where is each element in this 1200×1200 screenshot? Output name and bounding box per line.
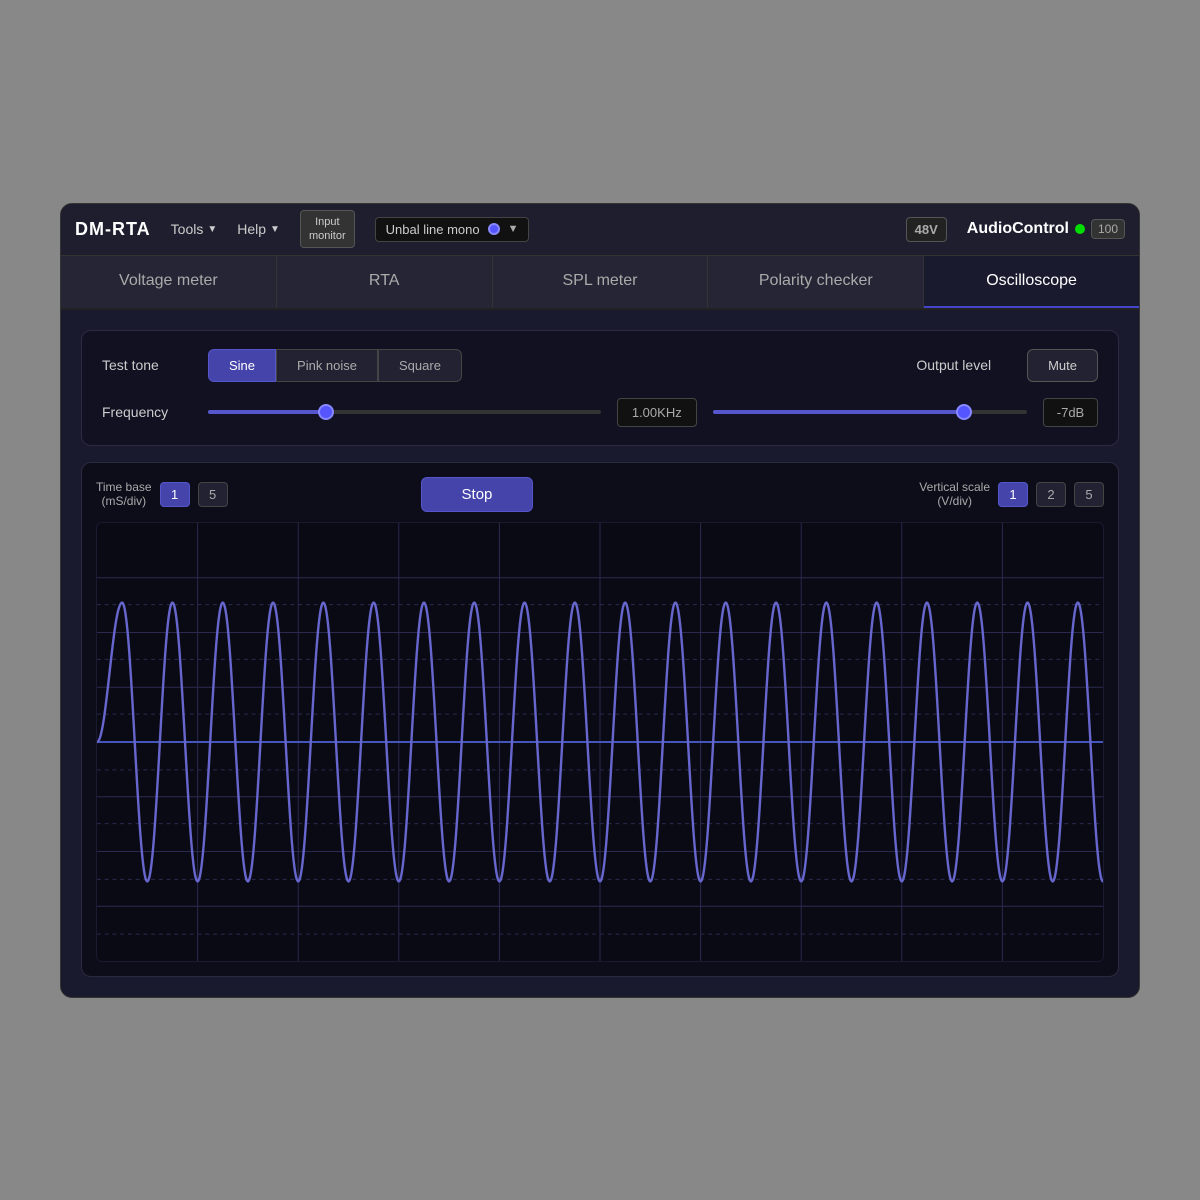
vert-scale-5-button[interactable]: 5 (1074, 482, 1104, 507)
tone-sine-button[interactable]: Sine (208, 349, 276, 382)
input-source-selector[interactable]: Unbal line mono ▼ (375, 217, 530, 242)
oscilloscope-canvas (96, 522, 1104, 962)
tab-voltage-meter[interactable]: Voltage meter (61, 256, 277, 308)
frequency-slider-fill (208, 410, 326, 414)
input-source-label: Unbal line mono (386, 222, 480, 237)
time-base-1-button[interactable]: 1 (160, 482, 190, 507)
level-slider-fill (713, 410, 964, 414)
tools-menu[interactable]: Tools ▼ (171, 221, 218, 237)
time-base-5-button[interactable]: 5 (198, 482, 228, 507)
app-title: DM-RTA (75, 219, 151, 240)
input-monitor-button[interactable]: Inputmonitor (300, 210, 355, 249)
level-slider-thumb[interactable] (956, 404, 972, 420)
test-tone-row: Test tone Sine Pink noise Square Output … (102, 349, 1098, 382)
mute-button[interactable]: Mute (1027, 349, 1098, 382)
osc-controls-bar: Time base(mS/div) 1 5 Stop Vertical scal… (96, 477, 1104, 512)
frequency-slider-thumb[interactable] (318, 404, 334, 420)
oscilloscope-section: Time base(mS/div) 1 5 Stop Vertical scal… (81, 462, 1119, 977)
tone-square-button[interactable]: Square (378, 349, 462, 382)
main-panel: Test tone Sine Pink noise Square Output … (61, 310, 1139, 997)
frequency-label: Frequency (102, 404, 192, 420)
top-bar: DM-RTA Tools ▼ Help ▼ Inputmonitor Unbal… (61, 204, 1139, 256)
vert-scale-1-button[interactable]: 1 (998, 482, 1028, 507)
frequency-slider-container (208, 410, 601, 414)
tools-chevron-icon: ▼ (207, 224, 217, 235)
frequency-slider-track[interactable] (208, 410, 601, 414)
level-db-display: -7dB (1043, 398, 1098, 427)
phantom-power-label[interactable]: 48V (906, 217, 947, 242)
level-slider-track[interactable] (713, 410, 1027, 414)
stop-button[interactable]: Stop (421, 477, 534, 512)
brand-logo: AudioControl (967, 220, 1069, 238)
status-indicator (1075, 224, 1085, 234)
help-chevron-icon: ▼ (270, 224, 280, 235)
help-menu[interactable]: Help ▼ (237, 221, 280, 237)
tab-bar: Voltage meter RTA SPL meter Polarity che… (61, 256, 1139, 310)
tab-polarity-checker[interactable]: Polarity checker (708, 256, 924, 308)
time-base-label: Time base(mS/div) (96, 480, 152, 509)
waveform-svg (97, 523, 1103, 961)
input-source-chevron-icon: ▼ (508, 223, 519, 235)
controls-section: Test tone Sine Pink noise Square Output … (81, 330, 1119, 446)
input-source-indicator (488, 223, 500, 235)
tab-spl-meter[interactable]: SPL meter (493, 256, 709, 308)
app-container: DM-RTA Tools ▼ Help ▼ Inputmonitor Unbal… (60, 203, 1140, 998)
tone-buttons-group: Sine Pink noise Square (208, 349, 462, 382)
test-tone-label: Test tone (102, 357, 192, 373)
vert-scale-2-button[interactable]: 2 (1036, 482, 1066, 507)
tab-oscilloscope[interactable]: Oscilloscope (924, 256, 1139, 308)
frequency-row: Frequency 1.00KHz -7dB (102, 398, 1098, 427)
vertical-scale-label: Vertical scale(V/div) (919, 480, 990, 509)
level-slider-container (713, 410, 1027, 414)
time-base-group: Time base(mS/div) 1 5 (96, 480, 228, 509)
tab-rta[interactable]: RTA (277, 256, 493, 308)
level-badge: 100 (1091, 219, 1125, 239)
tone-pink-button[interactable]: Pink noise (276, 349, 378, 382)
output-level-label: Output level (916, 357, 991, 373)
frequency-value-display: 1.00KHz (617, 398, 697, 427)
vertical-scale-group: Vertical scale(V/div) 1 2 5 (919, 480, 1104, 509)
